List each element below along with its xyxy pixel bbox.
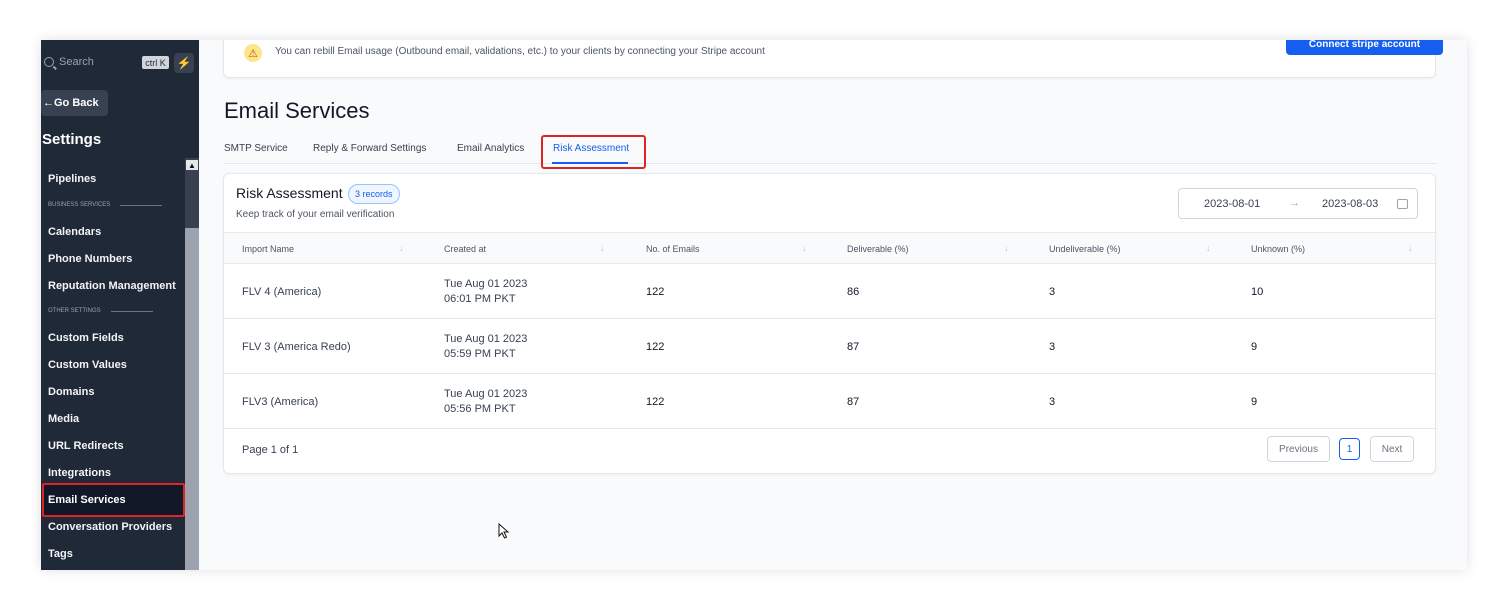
- sidebar-item-email-services[interactable]: Email Services: [48, 494, 126, 506]
- column-import-name[interactable]: Import Name: [242, 244, 294, 254]
- sidebar-item-phone-numbers[interactable]: Phone Numbers: [48, 253, 132, 265]
- search-placeholder: Search: [59, 56, 94, 68]
- connect-stripe-button[interactable]: Connect stripe account: [1286, 40, 1443, 55]
- cell-created-time: 06:01 PM PKT: [444, 293, 516, 305]
- app-window: Search ctrl K ⚡ ← Go Back Settings Pipel…: [41, 40, 1467, 570]
- sidebar-item-media[interactable]: Media: [48, 413, 79, 425]
- cell-unknown: 9: [1251, 341, 1258, 353]
- column-deliverable[interactable]: Deliverable (%): [847, 244, 909, 254]
- tab-email-analytics[interactable]: Email Analytics: [457, 143, 524, 154]
- sidebar-section-other-settings: OTHER SETTINGS: [48, 308, 153, 314]
- settings-title: Settings: [42, 131, 102, 148]
- cell-deliverable: 87: [847, 396, 860, 408]
- section-label: OTHER SETTINGS: [48, 308, 101, 314]
- tab-reply-forward-settings[interactable]: Reply & Forward Settings: [313, 143, 426, 154]
- sidebar-item-url-redirects[interactable]: URL Redirects: [48, 440, 124, 452]
- cell-unknown: 9: [1251, 396, 1258, 408]
- cell-created-date: Tue Aug 01 2023: [444, 278, 528, 290]
- sort-arrow-icon[interactable]: ↓: [1004, 243, 1009, 253]
- cell-deliverable: 87: [847, 341, 860, 353]
- date-to: 2023-08-03: [1322, 198, 1379, 210]
- risk-assessment-card: Risk Assessment 3 records Keep track of …: [223, 173, 1436, 474]
- scroll-up-arrow-icon[interactable]: ▲: [186, 160, 198, 170]
- search-shortcut-badge: ctrl K: [142, 56, 169, 69]
- sidebar-item-integrations[interactable]: Integrations: [48, 467, 111, 479]
- go-back-button[interactable]: ← Go Back: [41, 90, 108, 116]
- sidebar: Search ctrl K ⚡ ← Go Back Settings Pipel…: [41, 40, 199, 570]
- table-header: Import Name ↓ Created at ↓ No. of Emails…: [224, 232, 1435, 264]
- search-icon: [44, 57, 54, 67]
- previous-button[interactable]: Previous: [1267, 436, 1330, 462]
- mouse-cursor-icon: [498, 523, 510, 539]
- section-label: BUSINESS SERVICES: [48, 202, 111, 208]
- tab-smtp-service[interactable]: SMTP Service: [224, 143, 288, 154]
- page-title: Email Services: [224, 98, 370, 123]
- arrow-left-icon: ←: [43, 97, 54, 109]
- sidebar-item-calendars[interactable]: Calendars: [48, 226, 101, 238]
- banner-message: You can rebill Email usage (Outbound ema…: [275, 46, 765, 57]
- date-range-picker[interactable]: 2023-08-01 → 2023-08-03: [1178, 188, 1418, 219]
- cell-created-time: 05:59 PM PKT: [444, 348, 516, 360]
- cell-deliverable: 86: [847, 286, 860, 298]
- table-row[interactable]: FLV 3 (America Redo) Tue Aug 01 2023 05:…: [224, 319, 1435, 374]
- cell-created-time: 05:56 PM PKT: [444, 403, 516, 415]
- cell-import-name: FLV 3 (America Redo): [242, 341, 351, 353]
- sort-arrow-icon[interactable]: ↓: [802, 243, 807, 253]
- sidebar-scrollbar-thumb[interactable]: [185, 228, 199, 570]
- arrow-right-icon: →: [1289, 197, 1300, 209]
- sidebar-item-reputation-management[interactable]: Reputation Management: [48, 280, 176, 292]
- sidebar-item-conversation-providers[interactable]: Conversation Providers: [48, 521, 172, 533]
- sidebar-item-pipelines[interactable]: Pipelines: [48, 173, 96, 185]
- column-undeliverable[interactable]: Undeliverable (%): [1049, 244, 1121, 254]
- sidebar-item-custom-fields[interactable]: Custom Fields: [48, 332, 124, 344]
- sort-arrow-icon[interactable]: ↓: [1206, 243, 1211, 253]
- cell-undeliverable: 3: [1049, 341, 1056, 353]
- cell-unknown: 10: [1251, 286, 1264, 298]
- column-created-at[interactable]: Created at: [444, 244, 486, 254]
- cell-import-name: FLV3 (America): [242, 396, 319, 408]
- cell-emails: 122: [646, 341, 665, 353]
- cell-created-date: Tue Aug 01 2023: [444, 388, 528, 400]
- card-title: Risk Assessment: [236, 185, 343, 201]
- calendar-icon: [1397, 199, 1408, 209]
- divider: [110, 310, 153, 312]
- cell-import-name: FLV 4 (America): [242, 286, 322, 298]
- table-row[interactable]: FLV 4 (America) Tue Aug 01 2023 06:01 PM…: [224, 264, 1435, 319]
- sort-arrow-icon[interactable]: ↓: [1408, 243, 1413, 253]
- divider: [120, 204, 163, 206]
- sort-arrow-icon[interactable]: ↓: [600, 243, 605, 253]
- sidebar-item-custom-values[interactable]: Custom Values: [48, 359, 127, 371]
- pagination-label: Page 1 of 1: [242, 444, 299, 456]
- column-unknown[interactable]: Unknown (%): [1251, 244, 1305, 254]
- table-row[interactable]: FLV3 (America) Tue Aug 01 2023 05:56 PM …: [224, 374, 1435, 429]
- warning-icon: ⚠: [244, 44, 262, 62]
- tabs: SMTP Service Reply & Forward Settings Em…: [224, 140, 1437, 164]
- go-back-label: Go Back: [54, 97, 99, 109]
- card-subtitle: Keep track of your email verification: [236, 209, 395, 220]
- tab-highlight-box: [541, 135, 646, 169]
- cell-emails: 122: [646, 286, 665, 298]
- sidebar-item-domains[interactable]: Domains: [48, 386, 94, 398]
- date-from: 2023-08-01: [1204, 198, 1261, 210]
- page-1-button[interactable]: 1: [1339, 438, 1360, 460]
- lightning-icon[interactable]: ⚡: [174, 53, 194, 73]
- main-content: ⚠ You can rebill Email usage (Outbound e…: [199, 40, 1467, 570]
- records-badge: 3 records: [348, 184, 400, 204]
- stripe-banner: ⚠ You can rebill Email usage (Outbound e…: [223, 40, 1443, 78]
- cell-undeliverable: 3: [1049, 396, 1056, 408]
- sidebar-section-business-services: BUSINESS SERVICES: [48, 202, 163, 208]
- cell-emails: 122: [646, 396, 665, 408]
- sidebar-item-tags[interactable]: Tags: [48, 548, 73, 560]
- sort-arrow-icon[interactable]: ↓: [399, 243, 404, 253]
- next-button[interactable]: Next: [1370, 436, 1414, 462]
- column-no-of-emails[interactable]: No. of Emails: [646, 244, 700, 254]
- cell-created-date: Tue Aug 01 2023: [444, 333, 528, 345]
- cell-undeliverable: 3: [1049, 286, 1056, 298]
